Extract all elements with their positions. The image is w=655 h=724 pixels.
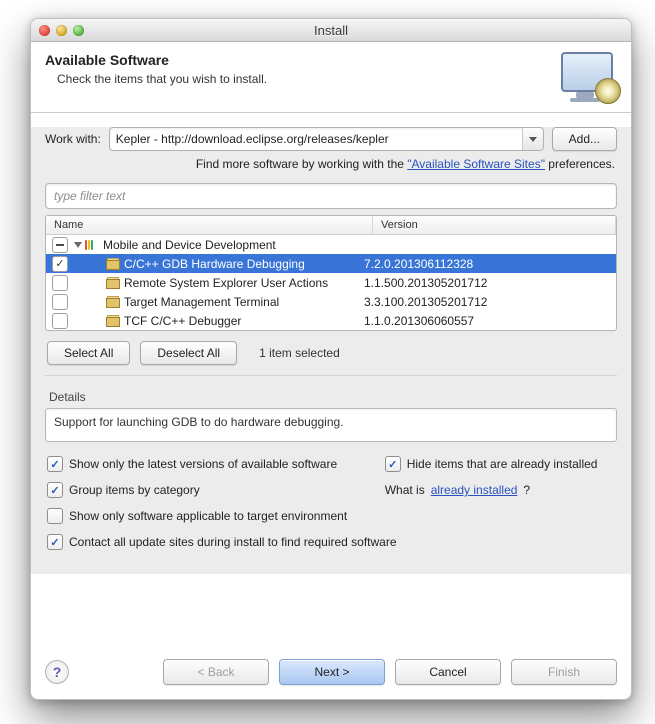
- item-checkbox[interactable]: [52, 275, 68, 291]
- next-button[interactable]: Next >: [279, 659, 385, 685]
- window-title: Install: [31, 23, 631, 38]
- item-checkbox[interactable]: [52, 294, 68, 310]
- work-with-value: Kepler - http://download.eclipse.org/rel…: [116, 132, 389, 146]
- tree-item-row[interactable]: C/C++ GDB Hardware Debugging 7.2.0.20130…: [46, 254, 616, 273]
- option-applicable-only[interactable]: Show only software applicable to target …: [47, 508, 615, 524]
- category-label: Mobile and Device Development: [103, 238, 276, 252]
- add-site-button[interactable]: Add...: [552, 127, 617, 151]
- item-label: C/C++ GDB Hardware Debugging: [124, 257, 305, 271]
- page-subtitle: Check the items that you wish to install…: [57, 72, 267, 86]
- package-icon: [106, 315, 120, 327]
- selection-count: 1 item selected: [259, 346, 340, 360]
- install-illustration-icon: [561, 52, 617, 102]
- option-hide-installed[interactable]: Hide items that are already installed: [385, 456, 615, 472]
- category-checkbox[interactable]: [52, 237, 68, 253]
- item-checkbox[interactable]: [52, 313, 68, 329]
- page-title: Available Software: [45, 52, 267, 68]
- help-icon[interactable]: ?: [45, 660, 69, 684]
- item-version: 1.1.0.201306060557: [356, 314, 616, 328]
- tree-item-row[interactable]: Remote System Explorer User Actions 1.1.…: [46, 273, 616, 292]
- checkbox-icon[interactable]: [47, 508, 63, 524]
- details-label: Details: [49, 390, 617, 404]
- filter-input[interactable]: type filter text: [45, 183, 617, 209]
- item-label: TCF C/C++ Debugger: [124, 314, 241, 328]
- item-version: 3.3.100.201305201712: [356, 295, 616, 309]
- checkbox-icon[interactable]: [47, 534, 63, 550]
- finish-button[interactable]: Finish: [511, 659, 617, 685]
- available-sites-link[interactable]: "Available Software Sites": [407, 157, 545, 171]
- close-icon[interactable]: [39, 25, 50, 36]
- already-installed-link[interactable]: already installed: [431, 483, 518, 497]
- option-contact-sites[interactable]: Contact all update sites during install …: [47, 534, 615, 550]
- back-button[interactable]: < Back: [163, 659, 269, 685]
- item-checkbox[interactable]: [52, 256, 68, 272]
- software-tree[interactable]: Name Version Mobile and Device Developme…: [45, 215, 617, 331]
- checkbox-icon[interactable]: [47, 456, 63, 472]
- minimize-icon[interactable]: [56, 25, 67, 36]
- item-version: 7.2.0.201306112328: [356, 257, 616, 271]
- column-version[interactable]: Version: [373, 216, 616, 234]
- disclosure-triangle-icon[interactable]: [74, 242, 82, 248]
- item-label: Target Management Terminal: [124, 295, 279, 309]
- zoom-icon[interactable]: [73, 25, 84, 36]
- package-icon: [106, 258, 120, 270]
- window-titlebar[interactable]: Install: [31, 19, 631, 42]
- chevron-down-icon[interactable]: [522, 128, 543, 150]
- category-icon: [85, 239, 99, 251]
- deselect-all-button[interactable]: Deselect All: [140, 341, 237, 365]
- wizard-header: Available Software Check the items that …: [31, 42, 631, 113]
- tree-header: Name Version: [46, 216, 616, 235]
- checkbox-icon[interactable]: [47, 482, 63, 498]
- checkbox-icon[interactable]: [385, 456, 401, 472]
- option-group-category[interactable]: Group items by category: [47, 482, 355, 498]
- tree-item-row[interactable]: Target Management Terminal 3.3.100.20130…: [46, 292, 616, 311]
- filter-placeholder: type filter text: [54, 189, 125, 203]
- tree-item-row[interactable]: TCF C/C++ Debugger 1.1.0.201306060557: [46, 311, 616, 330]
- select-all-button[interactable]: Select All: [47, 341, 130, 365]
- package-icon: [106, 277, 120, 289]
- tree-category-row[interactable]: Mobile and Device Development: [46, 235, 616, 254]
- column-name[interactable]: Name: [46, 216, 373, 234]
- package-icon: [106, 296, 120, 308]
- option-latest-only[interactable]: Show only the latest versions of availab…: [47, 456, 355, 472]
- details-text: Support for launching GDB to do hardware…: [45, 408, 617, 442]
- item-label: Remote System Explorer User Actions: [124, 276, 328, 290]
- what-is-installed: What is already installed?: [385, 482, 615, 498]
- item-version: 1.1.500.201305201712: [356, 276, 616, 290]
- work-with-label: Work with:: [45, 132, 101, 146]
- cancel-button[interactable]: Cancel: [395, 659, 501, 685]
- work-with-combo[interactable]: Kepler - http://download.eclipse.org/rel…: [109, 127, 544, 151]
- find-more-hint: Find more software by working with the "…: [47, 157, 615, 171]
